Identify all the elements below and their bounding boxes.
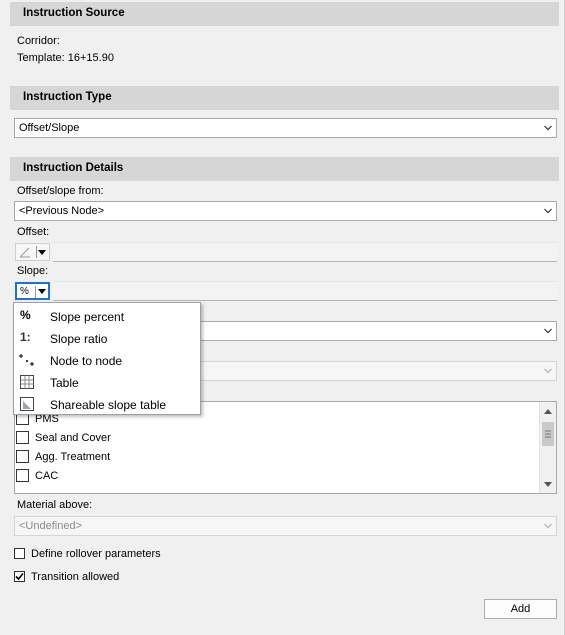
checkmark-icon <box>15 572 24 581</box>
cac-checkbox[interactable] <box>16 469 29 482</box>
scroll-up-icon[interactable] <box>540 404 556 420</box>
add-button[interactable]: Add <box>484 599 557 619</box>
chevron-down-icon <box>544 368 552 374</box>
ratio-icon: 1: <box>20 330 31 344</box>
define-rollover-label: Define rollover parameters <box>31 548 161 560</box>
transition-allowed-checkbox[interactable] <box>14 571 25 582</box>
percent-icon: % <box>20 308 31 322</box>
scroll-thumb[interactable] <box>542 422 554 446</box>
material-above-dropdown: <Undefined> <box>14 516 557 536</box>
instruction-details-header: Instruction Details <box>10 157 559 181</box>
separator <box>35 286 36 298</box>
slope-type-menu: % Slope percent 1: Slope ratio Node to n… <box>13 302 201 415</box>
menu-item-label: Table <box>50 376 79 390</box>
material-above-label: Material above: <box>17 499 93 511</box>
offset-type-button[interactable] <box>15 243 50 261</box>
offset-slope-from-label: Offset/slope from: <box>17 185 104 197</box>
table-icon <box>20 375 34 389</box>
slope-input[interactable] <box>53 281 557 301</box>
offset-label: Offset: <box>17 226 50 238</box>
list-item-label: CAC <box>35 470 59 482</box>
menu-item-label: Slope ratio <box>50 332 108 346</box>
menu-item-shareable-slope-table[interactable]: Shareable slope table <box>14 393 200 415</box>
menu-item-table[interactable]: Table <box>14 371 200 393</box>
instruction-type-header: Instruction Type <box>10 86 559 110</box>
chevron-down-icon <box>544 208 552 214</box>
define-rollover-checkbox[interactable] <box>14 548 25 559</box>
menu-item-label: Shareable slope table <box>50 398 167 412</box>
template-label: Template: 16+15.90 <box>17 52 114 64</box>
transition-allowed-label: Transition allowed <box>31 571 120 583</box>
offset-slope-from-dropdown[interactable]: <Previous Node> <box>14 201 557 221</box>
chevron-down-icon <box>544 125 552 131</box>
shareable-table-icon <box>20 397 34 411</box>
list-item-label: Seal and Cover <box>35 432 111 444</box>
menu-item-slope-percent[interactable]: % Slope percent <box>14 305 200 327</box>
caret-down-icon <box>38 289 46 294</box>
offset-slope-from-value: <Previous Node> <box>19 205 104 217</box>
offset-slope-icon <box>19 247 30 258</box>
menu-item-label: Node to node <box>50 354 123 368</box>
offset-input[interactable] <box>53 242 557 262</box>
material-above-value: <Undefined> <box>19 520 82 532</box>
agg-treatment-checkbox[interactable] <box>16 450 29 463</box>
instruction-panel: Instruction Source Corridor: Template: 1… <box>0 0 565 635</box>
chevron-down-icon <box>544 523 552 529</box>
slope-label: Slope: <box>17 265 49 277</box>
corridor-label: Corridor: <box>17 35 60 47</box>
scroll-down-icon[interactable] <box>540 476 556 492</box>
instruction-type-dropdown[interactable]: Offset/Slope <box>14 118 557 138</box>
menu-item-label: Slope percent <box>50 310 125 324</box>
instruction-source-header: Instruction Source <box>10 2 559 26</box>
list-item-label: Agg. Treatment <box>35 451 111 463</box>
menu-item-slope-ratio[interactable]: 1: Slope ratio <box>14 327 200 349</box>
chevron-down-icon <box>544 328 552 334</box>
menu-item-node-to-node[interactable]: Node to node <box>14 349 200 371</box>
materials-scrollbar[interactable] <box>539 402 556 493</box>
slope-type-button[interactable]: % <box>15 282 50 300</box>
separator <box>36 246 37 258</box>
slope-type-glyph: % <box>20 286 29 297</box>
caret-down-icon <box>38 250 46 255</box>
seal-and-cover-checkbox[interactable] <box>16 431 29 444</box>
instruction-type-value: Offset/Slope <box>19 122 80 134</box>
node-to-node-icon <box>19 354 34 366</box>
